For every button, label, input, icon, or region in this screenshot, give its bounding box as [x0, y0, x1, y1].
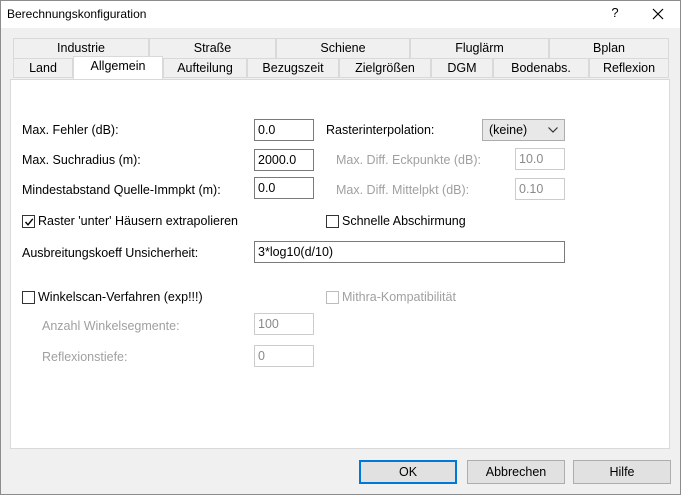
raster-extrapolieren-label[interactable]: Raster 'unter' Häusern extrapolieren	[38, 214, 238, 228]
window-title: Berechnungskonfiguration	[7, 7, 147, 21]
max-diff-mittelpkt-label: Max. Diff. Mittelpkt (dB):	[336, 183, 470, 197]
rasterinterpolation-label: Rasterinterpolation:	[326, 123, 435, 137]
mithra-checkbox[interactable]	[326, 291, 339, 304]
tab-dgm[interactable]: DGM	[431, 58, 493, 78]
ausbreitungskoeff-label: Ausbreitungskoeff Unsicherheit:	[22, 246, 199, 260]
schnelle-abschirmung-checkbox[interactable]	[326, 215, 339, 228]
rasterinterpolation-select[interactable]: (keine)	[482, 119, 565, 141]
reflexionstiefe-label: Reflexionstiefe:	[42, 350, 128, 364]
tab-schiene[interactable]: Schiene	[276, 38, 410, 58]
tab-strasse[interactable]: Straße	[149, 38, 276, 58]
tab-land[interactable]: Land	[13, 58, 73, 78]
tab-aufteilung[interactable]: Aufteilung	[163, 58, 247, 78]
max-suchradius-input[interactable]: 2000.0	[254, 149, 314, 171]
schnelle-abschirmung-label[interactable]: Schnelle Abschirmung	[342, 214, 466, 228]
close-button[interactable]	[645, 3, 671, 25]
winkelscan-label[interactable]: Winkelscan-Verfahren (exp!!!)	[38, 290, 203, 304]
tab-bezugszeit[interactable]: Bezugszeit	[247, 58, 339, 78]
checkmark-icon	[24, 218, 34, 226]
help-icon[interactable]: ?	[605, 5, 625, 23]
tab-fluglaerm[interactable]: Fluglärm	[410, 38, 549, 58]
ok-button[interactable]: OK	[359, 460, 457, 484]
max-fehler-input[interactable]: 0.0	[254, 119, 314, 141]
help-button[interactable]: Hilfe	[573, 460, 671, 484]
rasterinterpolation-value: (keine)	[489, 123, 528, 137]
ausbreitungskoeff-input[interactable]: 3*log10(d/10)	[254, 241, 565, 263]
raster-extrapolieren-checkbox[interactable]	[22, 215, 35, 228]
winkelscan-checkbox[interactable]	[22, 291, 35, 304]
max-suchradius-label: Max. Suchradius (m):	[22, 153, 141, 167]
tab-reflexion[interactable]: Reflexion	[589, 58, 669, 78]
tab-panel-allgemein: Max. Fehler (dB): 0.0 Max. Suchradius (m…	[10, 79, 670, 449]
tab-allgemein[interactable]: Allgemein	[73, 56, 163, 79]
tab-bplan[interactable]: Bplan	[549, 38, 669, 58]
tab-bodenabs[interactable]: Bodenabs.	[493, 58, 589, 78]
reflexionstiefe-input[interactable]: 0	[254, 345, 314, 367]
max-fehler-label: Max. Fehler (dB):	[22, 123, 119, 137]
anzahl-winkelsegmente-label: Anzahl Winkelsegmente:	[42, 319, 180, 333]
tab-industrie[interactable]: Industrie	[13, 38, 149, 58]
max-diff-mittelpkt-input[interactable]: 0.10	[515, 178, 565, 200]
mindestabstand-input[interactable]: 0.0	[254, 177, 314, 199]
cancel-button[interactable]: Abbrechen	[467, 460, 565, 484]
title-bar: Berechnungskonfiguration ?	[1, 1, 680, 28]
chevron-down-icon	[548, 127, 558, 133]
dialog-window: Berechnungskonfiguration ? Industrie Str…	[0, 0, 681, 495]
max-diff-eckpunkte-label: Max. Diff. Eckpunkte (dB):	[336, 153, 481, 167]
mindestabstand-label: Mindestabstand Quelle-Immpkt (m):	[22, 183, 221, 197]
mithra-label[interactable]: Mithra-Kompatibilität	[342, 290, 456, 304]
anzahl-winkelsegmente-input[interactable]: 100	[254, 313, 314, 335]
close-icon	[652, 8, 664, 20]
tab-zielgroessen[interactable]: Zielgrößen	[339, 58, 431, 78]
max-diff-eckpunkte-input[interactable]: 10.0	[515, 148, 565, 170]
